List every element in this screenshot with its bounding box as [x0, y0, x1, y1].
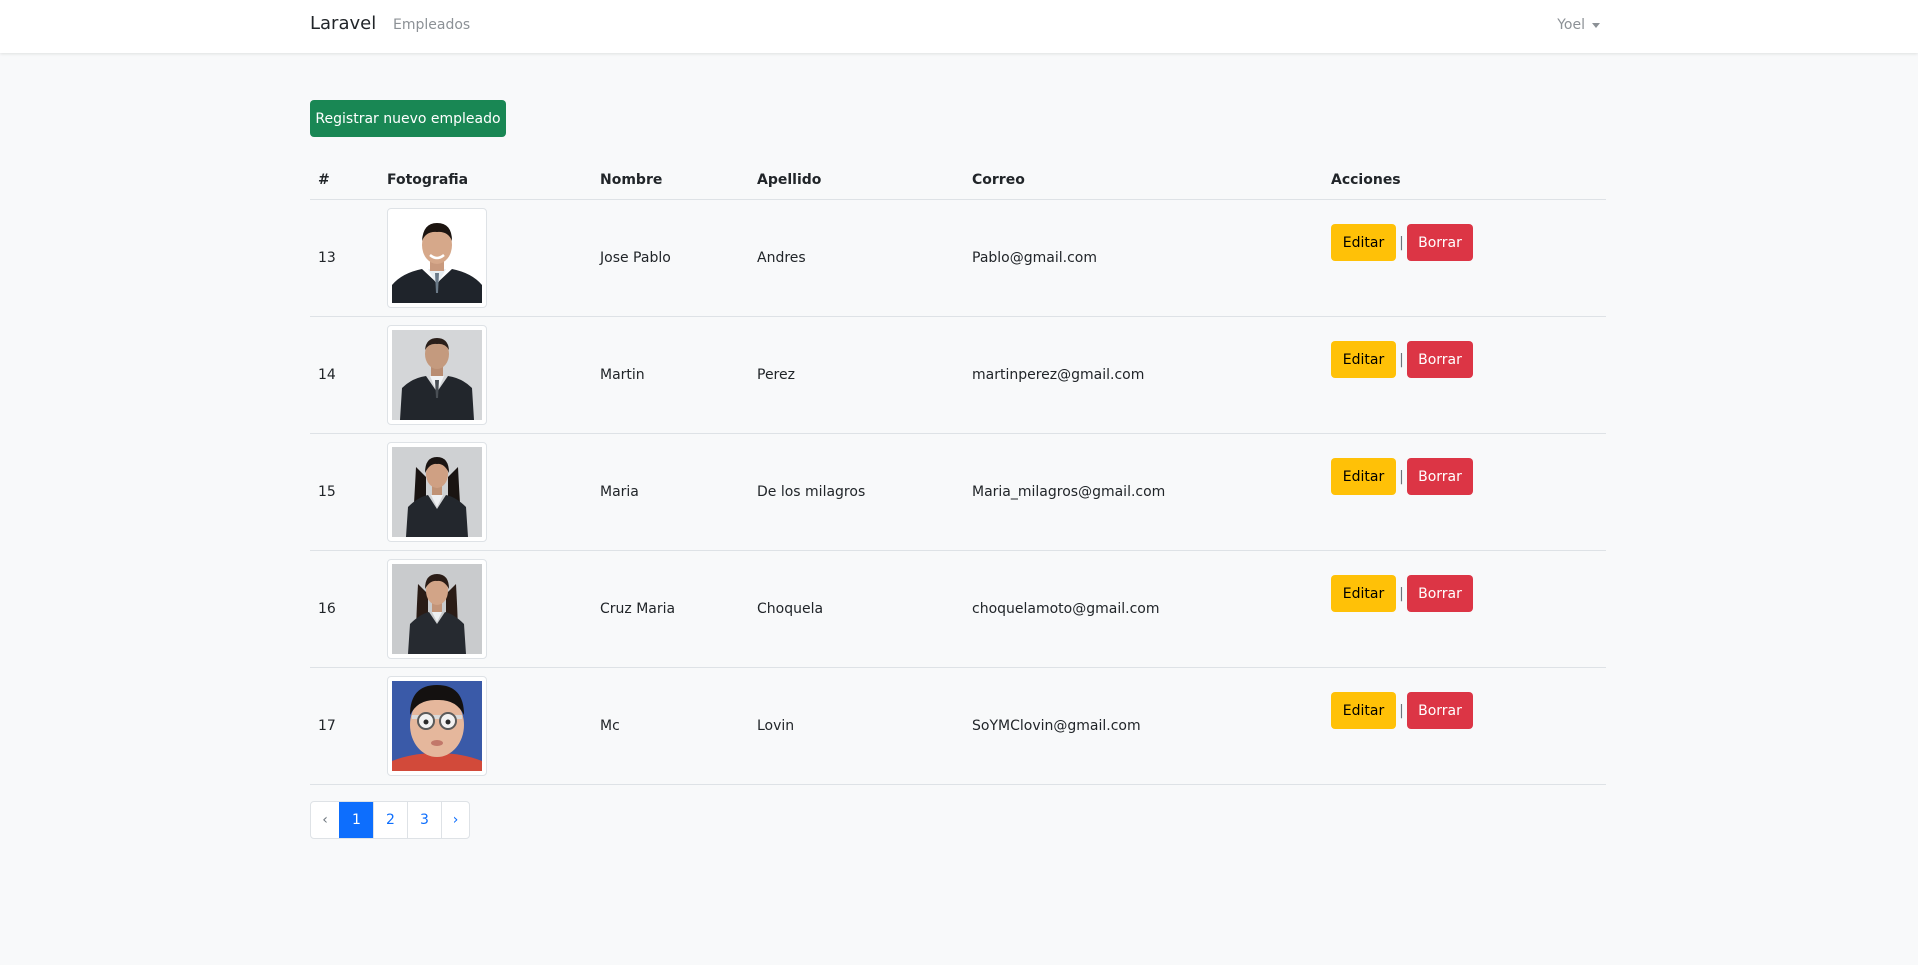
delete-button[interactable]: Borrar — [1407, 458, 1473, 495]
cell-email: Pablo@gmail.com — [964, 199, 1323, 317]
cell-last-name: Andres — [749, 199, 964, 317]
employee-photo — [392, 446, 482, 537]
header-last-name: Apellido — [749, 161, 964, 200]
table-row: 15 Maria De los milagros Maria_milagros@… — [310, 433, 1606, 551]
cell-email: choquelamoto@gmail.com — [964, 550, 1323, 668]
cell-photo — [379, 667, 592, 785]
pagination: ‹ 1 2 3 › — [310, 801, 470, 839]
employee-photo-thumbnail — [387, 675, 487, 776]
cell-photo — [379, 316, 592, 434]
action-separator: | — [1399, 585, 1404, 602]
cell-id: 15 — [310, 433, 379, 551]
pagination-page-3[interactable]: 3 — [407, 802, 441, 838]
cell-email: Maria_milagros@gmail.com — [964, 433, 1323, 551]
cell-id: 13 — [310, 199, 379, 317]
pagination-prev-icon[interactable]: ‹ — [311, 802, 339, 838]
cell-name: Martin — [592, 316, 749, 434]
header-email: Correo — [964, 161, 1323, 200]
employee-photo-thumbnail — [387, 441, 487, 542]
top-navbar: Laravel Empleados Yoel — [0, 0, 1918, 53]
cell-photo — [379, 199, 592, 317]
cell-name: Mc — [592, 667, 749, 785]
cell-actions: Editar | Borrar — [1323, 433, 1606, 551]
table-header-row: # Fotografia Nombre Apellido Correo Acci… — [310, 161, 1606, 200]
cell-actions: Editar | Borrar — [1323, 199, 1606, 317]
employee-photo-thumbnail — [387, 324, 487, 425]
cell-photo — [379, 550, 592, 668]
employees-table: # Fotografia Nombre Apellido Correo Acci… — [310, 161, 1606, 785]
user-name: Yoel — [1557, 17, 1585, 33]
delete-button[interactable]: Borrar — [1407, 341, 1473, 378]
table-row: 16 Cruz Maria Choquela choquelamoto@gmai… — [310, 550, 1606, 668]
employee-photo-thumbnail — [387, 207, 487, 308]
cell-actions: Editar | Borrar — [1323, 667, 1606, 785]
table-row: 14 Martin Perez martinperez@gmail.com Ed… — [310, 316, 1606, 434]
cell-id: 17 — [310, 667, 379, 785]
pagination-page-2[interactable]: 2 — [373, 802, 407, 838]
cell-last-name: De los milagros — [749, 433, 964, 551]
employee-photo — [392, 329, 482, 420]
table-row: 13 Jose Pablo Andres Pablo@gmail.com Edi… — [310, 199, 1606, 317]
delete-button[interactable]: Borrar — [1407, 692, 1473, 729]
employee-photo — [392, 680, 482, 771]
nav-link-empleados[interactable]: Empleados — [393, 17, 470, 33]
caret-down-icon — [1592, 22, 1600, 28]
header-photo: Fotografia — [379, 161, 592, 200]
cell-id: 14 — [310, 316, 379, 434]
edit-button[interactable]: Editar — [1331, 575, 1396, 612]
cell-last-name: Lovin — [749, 667, 964, 785]
cell-email: martinperez@gmail.com — [964, 316, 1323, 434]
action-separator: | — [1399, 234, 1404, 251]
cell-name: Maria — [592, 433, 749, 551]
pagination-page-1[interactable]: 1 — [339, 802, 373, 838]
edit-button[interactable]: Editar — [1331, 692, 1396, 729]
header-id: # — [310, 161, 379, 200]
user-dropdown[interactable]: Yoel — [1557, 17, 1600, 33]
cell-last-name: Choquela — [749, 550, 964, 668]
cell-actions: Editar | Borrar — [1323, 316, 1606, 434]
delete-button[interactable]: Borrar — [1407, 575, 1473, 612]
cell-last-name: Perez — [749, 316, 964, 434]
brand-link[interactable]: Laravel — [310, 13, 376, 34]
edit-button[interactable]: Editar — [1331, 224, 1396, 261]
cell-actions: Editar | Borrar — [1323, 550, 1606, 668]
cell-name: Jose Pablo — [592, 199, 749, 317]
header-actions: Acciones — [1323, 161, 1606, 200]
cell-id: 16 — [310, 550, 379, 668]
cell-photo — [379, 433, 592, 551]
employee-photo-thumbnail — [387, 558, 487, 659]
action-separator: | — [1399, 468, 1404, 485]
action-separator: | — [1399, 351, 1404, 368]
header-name: Nombre — [592, 161, 749, 200]
table-row: 17 Mc Lovin SoYMClovin@gmail.com Editar … — [310, 667, 1606, 785]
delete-button[interactable]: Borrar — [1407, 224, 1473, 261]
edit-button[interactable]: Editar — [1331, 341, 1396, 378]
pagination-next-icon[interactable]: › — [441, 802, 469, 838]
edit-button[interactable]: Editar — [1331, 458, 1396, 495]
action-separator: | — [1399, 702, 1404, 719]
employee-photo — [392, 212, 482, 303]
cell-email: SoYMClovin@gmail.com — [964, 667, 1323, 785]
register-new-employee-button[interactable]: Registrar nuevo empleado — [310, 100, 506, 137]
employee-photo — [392, 563, 482, 654]
cell-name: Cruz Maria — [592, 550, 749, 668]
